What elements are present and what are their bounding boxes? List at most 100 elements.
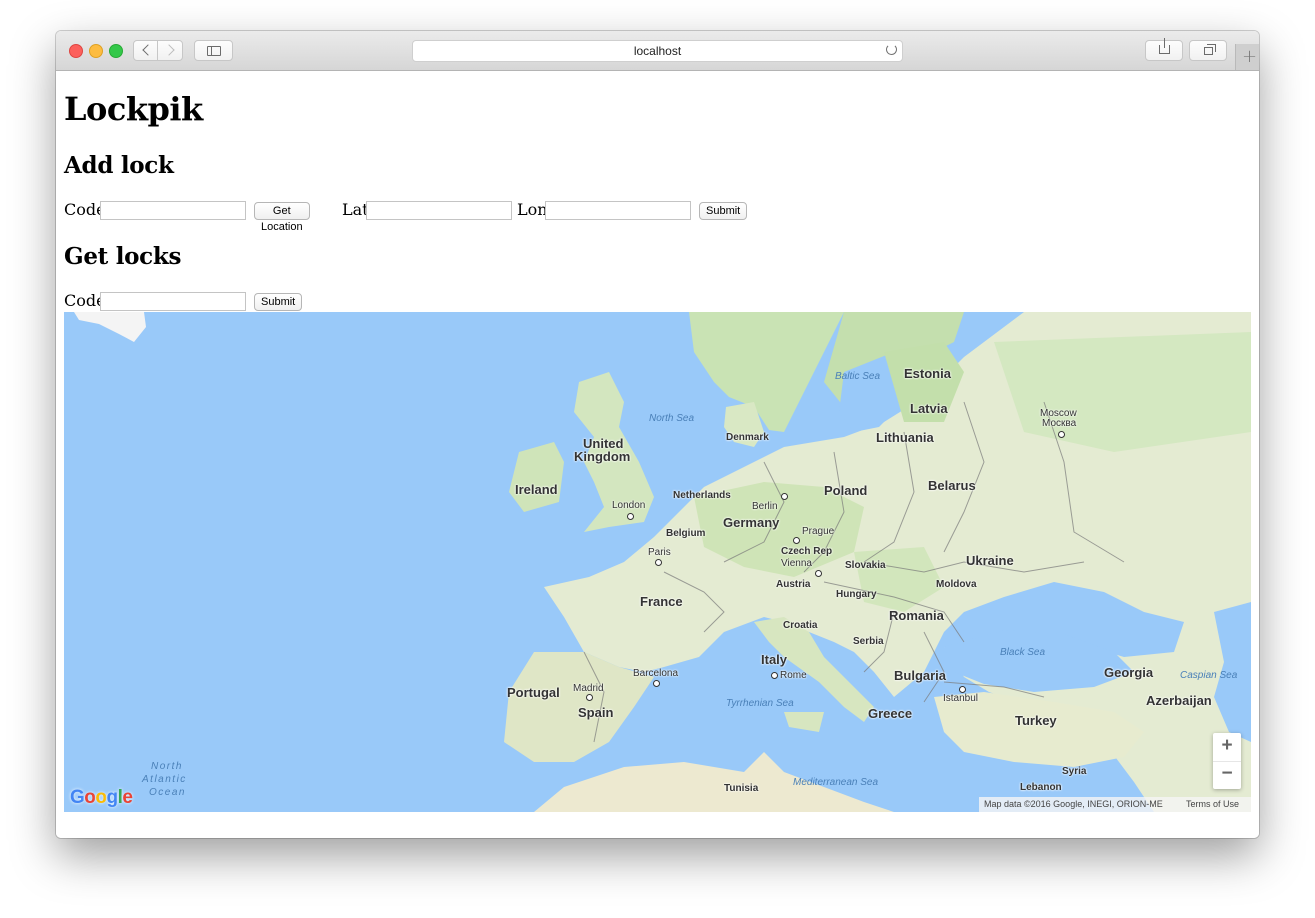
- page-title: Lockpik: [64, 90, 203, 128]
- lon-label: Lon: [517, 200, 548, 219]
- map-label: Moldova: [936, 579, 977, 590]
- map-label: Turkey: [1015, 713, 1057, 728]
- city-marker: [655, 559, 662, 566]
- map-label: Belgium: [666, 528, 706, 539]
- map-label: Austria: [776, 579, 811, 590]
- map-label: Ireland: [515, 482, 558, 497]
- map-label: Germany: [723, 515, 780, 530]
- city-label: Madrid: [573, 683, 604, 694]
- new-tab-button[interactable]: +: [1235, 44, 1259, 70]
- city-label: Москва: [1042, 418, 1077, 429]
- map-label: Georgia: [1104, 665, 1154, 680]
- get-locks-submit-button[interactable]: Submit: [254, 293, 303, 311]
- map-label: Italy: [761, 652, 788, 667]
- map-label: Serbia: [853, 636, 884, 647]
- city-marker: [653, 680, 660, 687]
- map-label: Czech Rep: [781, 546, 833, 557]
- zoom-in-button[interactable]: +: [1213, 733, 1241, 762]
- map-label: Slovakia: [845, 560, 886, 571]
- map-data-text: Map data ©2016 Google, INEGI, ORION-ME: [984, 799, 1163, 809]
- map-label: France: [640, 594, 683, 609]
- map-label: Lebanon: [1020, 782, 1062, 793]
- city-label: Istanbul: [943, 693, 979, 704]
- sea-label: North: [151, 761, 183, 772]
- map-label: Kingdom: [574, 449, 631, 464]
- map-label: Netherlands: [673, 490, 731, 501]
- show-tabs-button[interactable]: [1189, 40, 1227, 61]
- sea-label: Black Sea: [1000, 647, 1046, 658]
- map-label: Romania: [889, 608, 944, 623]
- zoom-window-button[interactable]: [109, 44, 123, 58]
- map-label: Ukraine: [966, 553, 1014, 568]
- add-lock-heading: Add lock: [64, 152, 174, 179]
- map-label: Spain: [578, 705, 614, 720]
- plus-icon: +: [1242, 46, 1258, 67]
- city-marker: [586, 694, 593, 701]
- map-view[interactable]: Estonia Latvia Lithuania Denmark United …: [64, 312, 1251, 812]
- share-button[interactable]: [1145, 38, 1183, 61]
- map-label: Hungary: [836, 589, 877, 600]
- city-marker: [815, 570, 822, 577]
- sea-label: Ocean: [149, 787, 186, 798]
- sidebar-toggle-button[interactable]: [194, 40, 233, 61]
- map-label: Estonia: [904, 366, 951, 381]
- map-label: Tunisia: [724, 783, 759, 794]
- map-label: Latvia: [910, 401, 948, 416]
- map-attribution: Map data ©2016 Google, INEGI, ORION-ME T…: [979, 797, 1251, 812]
- city-marker: [793, 537, 800, 544]
- share-icon: [1159, 38, 1170, 54]
- back-button[interactable]: [133, 40, 158, 61]
- map-label: Poland: [824, 483, 868, 498]
- reload-icon[interactable]: [886, 44, 897, 55]
- tabs-icon: [1204, 44, 1216, 55]
- zoom-out-button[interactable]: −: [1213, 761, 1241, 789]
- map-label: Greece: [868, 706, 913, 721]
- city-label: Rome: [780, 670, 807, 681]
- sea-label: Tyrrhenian Sea: [726, 698, 794, 709]
- browser-window: localhost + Lockpik Add lock Code Get Lo…: [56, 31, 1259, 838]
- sea-label: Baltic Sea: [835, 371, 881, 382]
- map-zoom-control: + −: [1213, 733, 1241, 789]
- map-label: Belarus: [928, 478, 976, 493]
- sea-label: Mediterranean Sea: [793, 777, 879, 788]
- get-location-button[interactable]: Get Location: [254, 202, 310, 233]
- add-code-input[interactable]: [100, 201, 246, 220]
- sea-label: Atlantic: [142, 774, 187, 785]
- chevron-left-icon: [142, 44, 154, 56]
- map-label: Syria: [1062, 766, 1087, 777]
- get-code-input[interactable]: [100, 292, 246, 311]
- lat-input[interactable]: [366, 201, 512, 220]
- city-marker: [1058, 431, 1065, 438]
- address-bar[interactable]: localhost: [412, 40, 903, 62]
- sea-label: North Sea: [649, 413, 695, 424]
- get-locks-heading: Get locks: [64, 243, 182, 270]
- forward-button[interactable]: [157, 40, 183, 61]
- map-label: Lithuania: [876, 430, 934, 445]
- city-marker: [627, 513, 634, 520]
- map-label: Bulgaria: [894, 668, 947, 683]
- map-label: Azerbaijan: [1146, 693, 1212, 708]
- sidebar-icon: [207, 46, 221, 56]
- lon-input[interactable]: [545, 201, 691, 220]
- city-label: Paris: [648, 547, 671, 558]
- sea-label: Caspian Sea: [1180, 670, 1238, 681]
- city-label: Berlin: [752, 501, 778, 512]
- minimize-window-button[interactable]: [89, 44, 103, 58]
- map-label: Denmark: [726, 432, 769, 443]
- page-content: Lockpik Add lock Code Get Location Lat L…: [56, 71, 1259, 838]
- city-label: Prague: [802, 526, 835, 537]
- add-lock-submit-button[interactable]: Submit: [699, 202, 748, 220]
- close-window-button[interactable]: [69, 44, 83, 58]
- map-label: Portugal: [507, 685, 560, 700]
- map-label: Croatia: [783, 620, 818, 631]
- url-text: localhost: [633, 44, 682, 58]
- chevron-right-icon: [163, 44, 175, 56]
- lat-label: Lat: [342, 200, 369, 219]
- city-label: Barcelona: [633, 668, 679, 679]
- title-bar: localhost +: [56, 31, 1259, 71]
- google-logo: Google: [70, 787, 133, 808]
- terms-of-use-link[interactable]: Terms of Use: [1186, 797, 1239, 812]
- city-label: London: [612, 500, 646, 511]
- city-marker: [771, 672, 778, 679]
- city-label: Vienna: [781, 558, 812, 569]
